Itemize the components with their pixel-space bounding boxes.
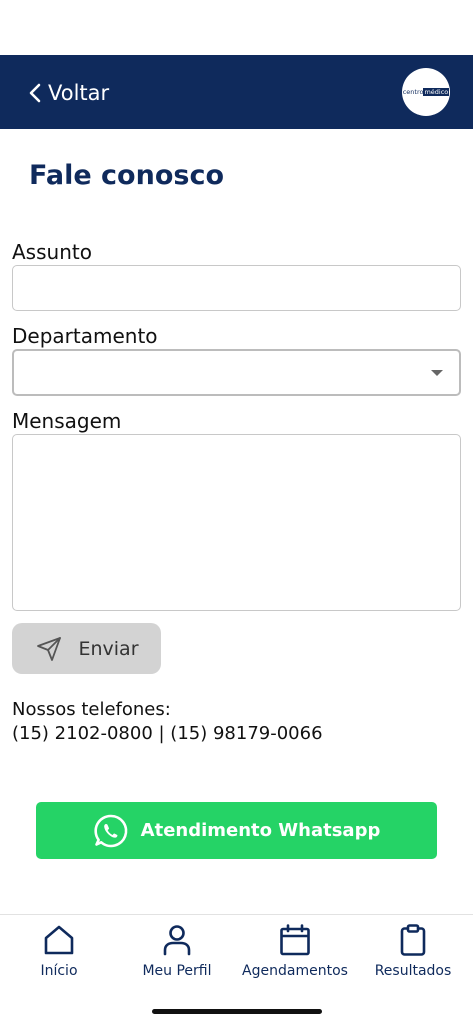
clipboard-icon (400, 924, 426, 956)
subject-input[interactable] (12, 265, 461, 311)
tab-resultados[interactable]: Resultados (354, 923, 472, 987)
back-button[interactable]: Voltar (28, 79, 109, 107)
bottom-tab-bar: Início Meu Perfil Agendamentos Resultado… (0, 914, 473, 1024)
tab-label: Início (40, 963, 78, 979)
home-icon (44, 925, 74, 955)
back-label: Voltar (48, 81, 110, 105)
clinic-logo: centromédico (402, 68, 450, 116)
tab-label: Agendamentos (242, 963, 348, 979)
whatsapp-icon (94, 814, 127, 847)
phones-value: (15) 2102-0800 | (15) 98179-0066 (12, 723, 323, 744)
phones-label: Nossos telefones: (12, 699, 171, 720)
home-indicator (152, 1009, 322, 1014)
dropdown-caret-icon (431, 370, 443, 376)
tab-label: Resultados (374, 963, 452, 979)
message-label: Mensagem (12, 409, 122, 433)
status-bar (0, 0, 473, 55)
calendar-icon (280, 924, 310, 956)
tab-agendamentos[interactable]: Agendamentos (236, 923, 354, 987)
tab-inicio[interactable]: Início (0, 923, 118, 987)
page-title: Fale conosco (29, 160, 224, 191)
message-textarea[interactable] (12, 434, 461, 611)
send-button[interactable]: Enviar (12, 623, 161, 674)
department-label: Departamento (12, 324, 158, 348)
send-icon (37, 636, 62, 661)
logo-text: centromédico (402, 88, 450, 96)
whatsapp-label: Atendimento Whatsapp (140, 820, 381, 841)
whatsapp-button[interactable]: Atendimento Whatsapp (36, 802, 437, 859)
subject-label: Assunto (12, 240, 92, 264)
send-label: Enviar (78, 637, 139, 660)
tab-meu-perfil[interactable]: Meu Perfil (118, 923, 236, 987)
user-icon (163, 925, 191, 956)
department-select[interactable] (12, 349, 461, 396)
chevron-left-icon (29, 83, 41, 103)
app-header: Voltar centromédico (0, 55, 473, 129)
tab-label: Meu Perfil (142, 963, 212, 979)
